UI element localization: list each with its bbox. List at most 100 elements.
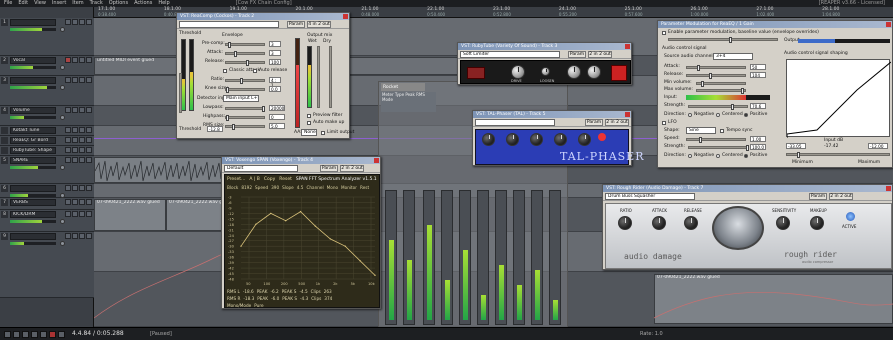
mute-button[interactable] xyxy=(72,57,78,63)
track-name[interactable]: Kotakt Tune xyxy=(10,127,56,134)
highpass-value[interactable]: 0 xyxy=(269,114,285,120)
track-name[interactable]: VERBS xyxy=(10,199,56,206)
track-header[interactable]: 3 xyxy=(0,76,94,106)
mixer-strip[interactable] xyxy=(549,190,561,325)
precomp-value[interactable]: 3 xyxy=(269,41,281,47)
track-header[interactable]: 1 xyxy=(0,18,94,56)
record-arm-button[interactable] xyxy=(65,157,71,163)
solo-button[interactable] xyxy=(79,57,85,63)
monitor-value[interactable]: Rest xyxy=(360,185,369,191)
menu-view[interactable]: View xyxy=(34,0,46,7)
close-icon[interactable] xyxy=(625,112,630,117)
mixer-strip[interactable] xyxy=(441,190,453,325)
solo-button[interactable] xyxy=(79,19,85,25)
mute-button[interactable] xyxy=(72,199,78,205)
solo-button[interactable] xyxy=(79,137,85,143)
ratio-slider[interactable] xyxy=(225,78,265,84)
track-name[interactable]: SNARE xyxy=(10,157,56,164)
param-button[interactable]: Param xyxy=(320,165,338,172)
release-value[interactable]: 100 xyxy=(269,59,281,65)
go-to-start-button[interactable] xyxy=(4,331,11,338)
aa-dropdown[interactable]: None xyxy=(301,129,317,136)
solo-button[interactable] xyxy=(79,147,85,153)
track-name[interactable]: ReaEQ: Gr Bord xyxy=(10,137,56,144)
preset-dropdown[interactable]: Drum Buss Squasher xyxy=(605,193,695,200)
block-value[interactable]: 8192 xyxy=(241,185,252,191)
min-volume-slider[interactable] xyxy=(696,81,746,87)
power-light[interactable] xyxy=(611,65,627,81)
highpass-slider[interactable] xyxy=(225,115,265,121)
track-header[interactable]: 4 Volume xyxy=(0,106,94,126)
knee-slider[interactable] xyxy=(225,87,265,93)
pm-release-value[interactable]: 104 xyxy=(750,72,766,78)
preset-dropdown[interactable] xyxy=(475,119,555,126)
speed-value[interactable]: 1.00 xyxy=(750,136,766,142)
rms-value[interactable]: 5.0 xyxy=(269,123,285,129)
pm-strength-slider[interactable] xyxy=(688,104,748,110)
mute-button[interactable] xyxy=(72,233,78,239)
io-button[interactable]: 2 in 2 out xyxy=(588,51,612,58)
mixer-strip[interactable] xyxy=(423,190,435,325)
solo-button[interactable] xyxy=(79,77,85,83)
tube-knob[interactable] xyxy=(587,65,601,79)
fx-button[interactable] xyxy=(86,77,92,83)
repeat-button[interactable] xyxy=(58,331,65,338)
track-name[interactable] xyxy=(10,185,56,192)
fx-button[interactable] xyxy=(86,127,92,133)
mute-button[interactable] xyxy=(72,107,78,113)
solo-button[interactable] xyxy=(79,211,85,217)
record-arm-button[interactable] xyxy=(65,185,71,191)
record-arm-button[interactable] xyxy=(65,147,71,153)
io-button[interactable]: 4 in 2 out xyxy=(307,21,331,28)
span-reset-button[interactable]: Reset xyxy=(279,177,292,183)
volume-knob[interactable] xyxy=(60,165,65,170)
preview-filter-checkbox[interactable] xyxy=(307,114,311,118)
makeup-knob[interactable] xyxy=(810,216,824,230)
fx-button[interactable] xyxy=(86,19,92,25)
lfo-centered-radio[interactable] xyxy=(716,154,720,158)
max-volume-slider[interactable] xyxy=(696,88,746,94)
sensitivity-knob[interactable] xyxy=(776,216,790,230)
enable-modulation-checkbox[interactable] xyxy=(662,31,666,35)
track-name[interactable]: Volume xyxy=(10,107,56,114)
menu-edit[interactable]: Edit xyxy=(18,0,28,7)
ratio-value[interactable]: 4 : 1 xyxy=(269,77,281,88)
mute-button[interactable] xyxy=(72,19,78,25)
record-arm-button[interactable] xyxy=(65,137,71,143)
pm-release-slider[interactable] xyxy=(686,73,746,79)
lfo-positive-radio[interactable] xyxy=(744,154,748,158)
track-header[interactable]: ReaEQ: Gr Bord xyxy=(0,136,94,146)
close-icon[interactable] xyxy=(374,158,379,163)
solo-button[interactable] xyxy=(79,199,85,205)
fx-button[interactable] xyxy=(86,57,92,63)
record-arm-button[interactable] xyxy=(65,107,71,113)
menu-actions[interactable]: Actions xyxy=(134,0,152,7)
close-icon[interactable] xyxy=(886,22,891,27)
rewind-button[interactable] xyxy=(13,331,20,338)
channel-value[interactable]: Mono xyxy=(327,185,338,191)
menu-track[interactable]: Track xyxy=(90,0,103,7)
tempo-sync-checkbox[interactable] xyxy=(720,129,724,133)
auto-makeup-checkbox[interactable] xyxy=(307,121,311,125)
pm-attack-value[interactable]: 50 xyxy=(750,64,766,70)
span-copy-button[interactable]: Copy xyxy=(264,177,275,183)
speed-slider[interactable] xyxy=(686,137,746,143)
mixer-strip[interactable] xyxy=(513,190,525,325)
drive-knob[interactable] xyxy=(511,65,525,79)
auto-release-checkbox[interactable] xyxy=(253,69,257,73)
drywet-knob[interactable] xyxy=(578,133,591,146)
record-arm-button[interactable] xyxy=(65,57,71,63)
knee-value[interactable]: 0.0 xyxy=(269,86,281,92)
detector-dropdown[interactable]: Main input L+R xyxy=(223,95,259,102)
fx-button[interactable] xyxy=(86,185,92,191)
direction-positive-radio[interactable] xyxy=(744,113,748,117)
wet-slider[interactable] xyxy=(317,46,320,108)
io-button[interactable]: 2 in 2 out xyxy=(605,119,629,126)
volume-knob[interactable] xyxy=(60,27,65,32)
volume-knob[interactable] xyxy=(60,85,65,90)
track-header[interactable]: RubyTube: Shape xyxy=(0,146,94,156)
lowpass-value[interactable]: 20000 xyxy=(269,105,285,111)
close-icon[interactable] xyxy=(886,186,891,191)
maximum-value[interactable]: -12.00 xyxy=(868,143,888,149)
span-ab-button[interactable]: A | B xyxy=(249,177,260,183)
